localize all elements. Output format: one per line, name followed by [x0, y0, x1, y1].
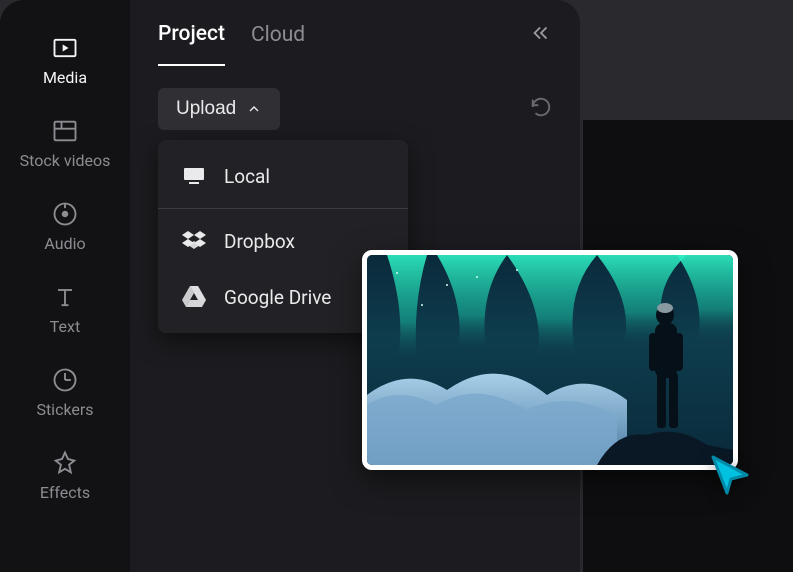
upload-option-local[interactable]: Local [158, 148, 408, 209]
media-icon [51, 34, 79, 62]
sidebar-label: Media [43, 68, 87, 87]
text-icon [51, 283, 79, 311]
sidebar-item-stock-videos[interactable]: Stock videos [0, 111, 130, 176]
stickers-icon [51, 366, 79, 394]
effects-icon [51, 449, 79, 477]
sidebar-item-stickers[interactable]: Stickers [0, 360, 130, 425]
sidebar-label: Audio [44, 234, 85, 253]
upload-option-label: Google Drive [224, 286, 331, 309]
sidebar-label: Stickers [36, 400, 93, 419]
media-thumbnail[interactable] [362, 250, 738, 470]
collapse-panel-icon[interactable] [530, 22, 552, 48]
tab-bar: Project Cloud [158, 0, 552, 70]
upload-option-label: Local [224, 165, 270, 188]
upload-button[interactable]: Upload [158, 88, 280, 130]
chevron-up-icon [246, 101, 262, 117]
stock-videos-icon [51, 117, 79, 145]
sidebar-item-effects[interactable]: Effects [0, 443, 130, 508]
dropbox-icon [182, 229, 206, 253]
sidebar-item-text[interactable]: Text [0, 277, 130, 342]
tab-project[interactable]: Project [158, 4, 225, 66]
local-device-icon [182, 164, 206, 188]
upload-button-label: Upload [176, 98, 236, 120]
sidebar-label: Effects [40, 483, 90, 502]
tool-sidebar: Media Stock videos Audio [0, 0, 130, 572]
tab-cloud[interactable]: Cloud [251, 5, 305, 65]
google-drive-icon [182, 285, 206, 309]
cursor-pointer-icon [707, 451, 755, 503]
sidebar-item-media[interactable]: Media [0, 28, 130, 93]
audio-icon [51, 200, 79, 228]
refresh-icon[interactable] [530, 96, 552, 122]
sidebar-label: Text [50, 317, 80, 336]
upload-option-label: Dropbox [224, 230, 295, 253]
media-toolbar: Upload [158, 88, 552, 130]
sidebar-item-audio[interactable]: Audio [0, 194, 130, 259]
sidebar-label: Stock videos [20, 151, 111, 170]
